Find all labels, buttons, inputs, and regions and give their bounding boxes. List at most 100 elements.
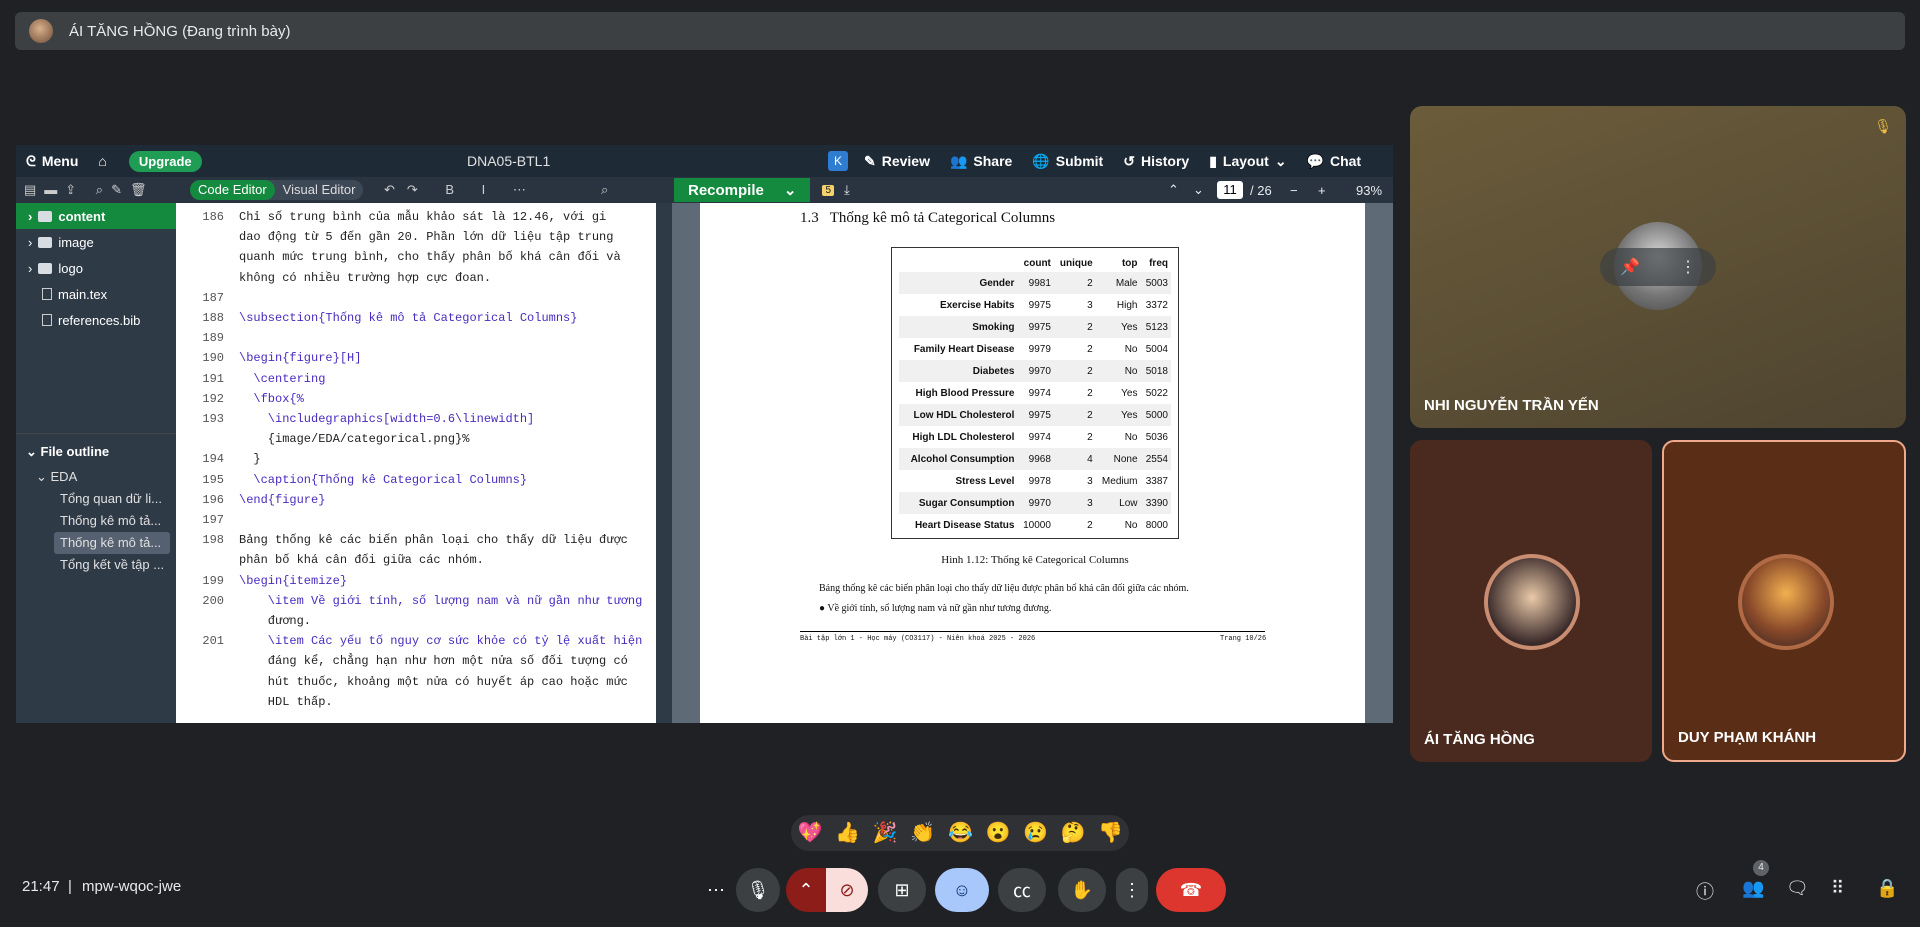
code-line[interactable]: không có nhiều trường hợp cực đoan. (239, 268, 491, 288)
code-line[interactable]: hút thuốc, khoảng một nửa có huyết áp ca… (239, 672, 628, 692)
code-editor-tab[interactable]: Code Editor (190, 180, 275, 200)
submit-label: Submit (1055, 153, 1104, 169)
outline-item[interactable]: Thống kê mô tả... (16, 510, 176, 532)
code-line[interactable]: {image/EDA/categorical.png}% (239, 429, 470, 449)
more-options-button[interactable]: ⋯ (696, 868, 736, 912)
file-tree-item[interactable]: › content (16, 203, 176, 229)
editor-mode-toggle[interactable]: Code Editor Visual Editor (190, 180, 364, 200)
file-tree-item[interactable]: main.tex (16, 281, 176, 307)
camera-button[interactable]: ⊘ (826, 868, 868, 912)
code-line[interactable]: \fbox{% (239, 389, 303, 409)
reactions-button[interactable]: ☺ (935, 868, 989, 912)
raise-hand-button[interactable]: ✋ (1058, 868, 1106, 912)
line-number: 192 (202, 391, 224, 406)
code-line[interactable]: \end{figure} (239, 490, 325, 510)
visual-editor-tab[interactable]: Visual Editor (275, 180, 364, 200)
share-button[interactable]: 👥 Share (940, 145, 1022, 177)
participant-tile-1[interactable]: 📌 ⋮ 🎙 NHI NGUYỄN TRẦN YẾN (1410, 106, 1906, 428)
code-line[interactable]: \caption{Thống kê Categorical Columns} (239, 470, 527, 490)
people-icon[interactable]: 👥 (1742, 878, 1764, 899)
code-line[interactable]: dao động từ 5 đến gần 20. Phần lớn dữ li… (239, 227, 613, 247)
pin-controls[interactable]: 📌 ⋮ (1600, 248, 1716, 286)
reaction-emoji[interactable]: 😂 (948, 821, 973, 845)
file-tree-item[interactable]: › image (16, 229, 176, 255)
code-line[interactable]: \begin{figure}[H] (239, 348, 361, 368)
more-actions-button[interactable]: ⋮ (1116, 868, 1148, 912)
code-line[interactable]: Bảng thống kê các biến phân loại cho thấ… (239, 530, 628, 550)
code-line[interactable]: \item Các yếu tố nguy cơ sức khỏe có tỷ … (239, 631, 642, 651)
code-line[interactable]: \begin{itemize} (239, 571, 347, 591)
zoom-out-icon[interactable]: − (1290, 183, 1298, 198)
code-line[interactable]: đáng kể, chẳng hạn như hơn một nửa số đố… (239, 651, 628, 671)
reaction-emoji[interactable]: 😢 (1023, 821, 1048, 845)
participant-tile-2[interactable]: ÁI TĂNG HỒNG (1410, 440, 1652, 762)
outline-item[interactable]: ⌄ EDA (16, 466, 176, 488)
page-up-icon[interactable]: ⌃ (1168, 182, 1179, 198)
host-controls-icon[interactable]: 🔒 (1876, 878, 1898, 899)
user-badge[interactable]: K (828, 151, 848, 171)
reaction-emoji[interactable]: 👏 (910, 821, 935, 845)
code-line[interactable]: \includegraphics[width=0.6\linewidth] (239, 409, 534, 429)
menu-button[interactable]: ᘓ Menu (16, 145, 88, 177)
outline-item[interactable]: Thống kê mô tả... (54, 532, 170, 554)
code-line[interactable]: đương. (239, 611, 311, 631)
file-outline-header[interactable]: ⌄ File outline (16, 433, 176, 466)
info-icon[interactable]: ⓘ (1696, 878, 1714, 904)
page-input[interactable]: 11 (1217, 181, 1243, 199)
search-icon[interactable]: ⌕ (601, 182, 618, 198)
page-down-icon[interactable]: ⌄ (1193, 182, 1204, 198)
code-line[interactable]: \item Về giới tính, số lượng nam và nữ g… (239, 591, 642, 611)
table-cell: No (1124, 519, 1138, 531)
code-line[interactable]: quanh mức trung bình, cho thấy phân bố k… (239, 247, 621, 267)
camera-options-button[interactable]: ⌃ (786, 868, 826, 912)
code-line[interactable]: \subsection{Thống kê mô tả Categorical C… (239, 308, 577, 328)
leave-call-button[interactable]: ☎ (1156, 868, 1226, 912)
code-line[interactable]: } (239, 449, 260, 469)
chat-label: Chat (1329, 153, 1362, 169)
outline-item[interactable]: Tổng quan dữ li... (16, 488, 176, 510)
present-button[interactable]: ⊞ (878, 868, 926, 912)
table-cell: Heart Disease Status (914, 519, 1015, 531)
code-line[interactable]: HDL thấp. (239, 692, 333, 712)
reaction-emoji[interactable]: 👍 (835, 821, 860, 845)
reaction-emoji[interactable]: 💖 (798, 821, 823, 845)
recompile-button[interactable]: Recompile ⌄ (674, 178, 811, 202)
pdf-viewer[interactable]: 1.3 Thống kê mô tả Categorical Columns c… (672, 203, 1393, 723)
table-cell: 2 (1087, 387, 1093, 399)
log-badge[interactable]: 5 (822, 184, 834, 196)
chat-button[interactable]: 💬 Chat (1297, 145, 1372, 177)
chat-icon[interactable]: 🗨 (1786, 878, 1809, 899)
reaction-emoji[interactable]: 👎 (1098, 821, 1123, 845)
file-tree-item[interactable]: › logo (16, 255, 176, 281)
home-button[interactable]: ⌂ (88, 145, 116, 177)
pin-icon[interactable]: 📌 (1620, 257, 1640, 277)
layout-button[interactable]: ▮ Layout ⌄ (1199, 145, 1296, 177)
more-icon[interactable]: ⋮ (1680, 257, 1696, 277)
code-line[interactable]: Chỉ số trung bình của mẫu khảo sát là 12… (239, 207, 606, 227)
history-button[interactable]: ↺ History (1113, 145, 1199, 177)
project-title[interactable]: DNA05-BTL1 (467, 153, 550, 169)
file-actions-icons[interactable]: ▤▬⇪ ⌕✎🗑 (24, 182, 154, 198)
format-tools[interactable]: ↶↷ B I ⋯ (384, 182, 538, 198)
code-editor[interactable]: 186 Chỉ số trung bình của mẫu khảo sát là… (182, 203, 656, 723)
code-line[interactable]: \centering (239, 369, 325, 389)
captions-button[interactable]: ㏄ (998, 868, 1046, 912)
mic-button[interactable]: 🎙 (736, 868, 780, 912)
submit-button[interactable]: 🌐 Submit (1022, 145, 1113, 177)
reaction-emoji[interactable]: 🤔 (1061, 821, 1086, 845)
file-tree-item[interactable]: references.bib (16, 307, 176, 333)
download-icon[interactable]: ⤓ (844, 182, 850, 198)
review-button[interactable]: ✎ Review (854, 145, 940, 177)
reaction-emoji[interactable]: 🎉 (873, 821, 898, 845)
upgrade-button[interactable]: Upgrade (128, 150, 202, 172)
reaction-emoji[interactable]: 😮 (986, 821, 1011, 845)
table-cell: 5036 (1145, 431, 1168, 443)
table-cell: Yes (1095, 316, 1141, 338)
zoom-level[interactable]: 93% (1356, 183, 1382, 198)
pane-splitter[interactable] (656, 203, 672, 723)
outline-item[interactable]: Tổng kết về tập ... (16, 554, 176, 576)
code-line[interactable]: phân bố khá cân đối giữa các nhóm. (239, 550, 484, 570)
zoom-in-icon[interactable]: + (1318, 183, 1326, 198)
participant-tile-3[interactable]: DUY PHẠM KHÁNH (1662, 440, 1906, 762)
activities-icon[interactable]: ⠿ (1831, 878, 1844, 899)
